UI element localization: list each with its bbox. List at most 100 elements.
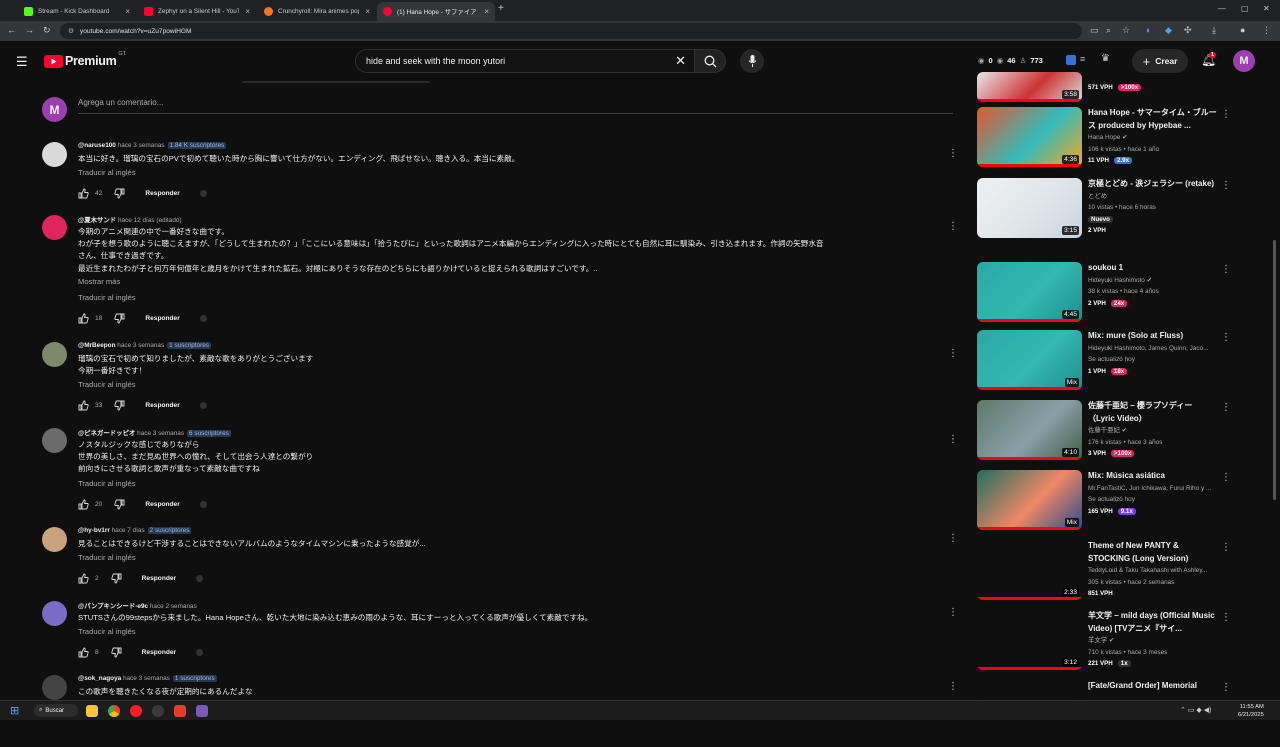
scrollbar-thumb[interactable] (1273, 240, 1276, 500)
video-thumbnail[interactable]: 4:45 (977, 262, 1082, 322)
video-thumbnail[interactable]: 3:58 (977, 72, 1082, 102)
translate-link[interactable]: Traducir al inglés (78, 627, 136, 636)
video-menu-icon[interactable]: ⋮ (1221, 109, 1231, 120)
video-menu-icon[interactable]: ⋮ (1221, 542, 1231, 553)
obs-icon[interactable] (152, 705, 164, 717)
new-tab-icon[interactable]: + (498, 3, 504, 14)
extensions-icon[interactable]: ✣ (1184, 25, 1192, 36)
related-video[interactable]: 4:10 佐藤千亜妃 – 櫻ラプソディー（Lyric Video） 佐藤千亜妃 ✔ 1… (977, 400, 1267, 466)
dislike-icon[interactable] (111, 573, 122, 584)
video-thumbnail[interactable] (977, 680, 1082, 700)
video-title[interactable]: Hana Hope - サマータイム・ブルース produced by Hype… (1088, 107, 1218, 132)
tab-hana-hope[interactable]: (1) Hana Hope - サファイア - × (377, 2, 495, 21)
related-video[interactable]: 3:58 571 VPH >100x (977, 72, 1267, 108)
commenter-avatar[interactable] (42, 342, 67, 367)
translate-link[interactable]: Traducir al inglés (78, 293, 136, 302)
clock[interactable]: 11:55 AM 6/21/2025 (1238, 703, 1264, 719)
forward-icon[interactable]: → (25, 25, 34, 35)
video-menu-icon[interactable]: ⋮ (1221, 682, 1231, 693)
video-title[interactable]: soukou 1 (1088, 262, 1218, 275)
windows-start-icon[interactable]: ⊞ (10, 704, 19, 717)
comment-author[interactable]: @MrBeepon (78, 342, 115, 349)
close-icon[interactable]: × (125, 7, 130, 16)
video-menu-icon[interactable]: ⋮ (1221, 472, 1231, 483)
trophy-icon[interactable]: ♛ (1101, 53, 1110, 64)
comment-menu-icon[interactable]: ⋮ (948, 348, 958, 359)
comment-menu-icon[interactable]: ⋮ (948, 434, 958, 445)
video-title[interactable]: 京極とどめ - 涙ジェラシー (retake) (1088, 178, 1218, 191)
comment-author[interactable]: @ピネガードッピオ (78, 430, 135, 437)
channel-name[interactable]: 佐藤千亜妃 ✔ (1088, 425, 1218, 437)
related-video[interactable]: 4:45 soukou 1 Hideyuki Hashimoto ✔ 38 k vis… (977, 262, 1267, 328)
comment-menu-icon[interactable]: ⋮ (948, 533, 958, 544)
close-icon[interactable]: × (365, 7, 370, 16)
commenter-avatar[interactable] (42, 142, 67, 167)
queue-icon[interactable]: ≡ (1080, 54, 1085, 64)
related-video[interactable]: 3:15 京極とどめ - 涙ジェラシー (retake) とどめ 10 vistas … (977, 178, 1267, 244)
channel-name[interactable]: 羊文学 ✔ (1088, 635, 1218, 647)
channel-name[interactable]: TeddyLoid & Taku Takahashi with Ashley..… (1088, 565, 1218, 577)
video-title[interactable]: Theme of New PANTY & STOCKING (Long Vers… (1088, 540, 1218, 565)
app-icon[interactable] (196, 705, 208, 717)
comment-author[interactable]: @sok_nagoya (78, 675, 121, 682)
download-icon[interactable]: ⤓ (1212, 25, 1216, 36)
channel-name[interactable]: Hideyuki Hashimoto ✔ (1088, 275, 1218, 287)
address-bar[interactable]: ⚙ youtube.com/watch?v=uZu7powiHGM (60, 23, 1082, 39)
reply-button[interactable]: Responder (145, 315, 179, 322)
reply-button[interactable]: Responder (142, 649, 176, 656)
video-menu-icon[interactable]: ⋮ (1221, 180, 1231, 191)
like-icon[interactable] (78, 647, 89, 658)
comment-time[interactable]: hace 2 semanas (150, 603, 197, 610)
tab-zephyr[interactable]: Zephyr on a Silent Hill - YouTub × (138, 2, 256, 21)
like-icon[interactable] (78, 400, 89, 411)
related-video[interactable]: 4:36 Hana Hope - サマータイム・ブルース produced by … (977, 107, 1267, 173)
voice-search-button[interactable] (740, 49, 764, 73)
tab-crunchyroll[interactable]: Crunchyroll: Mira animes popul × (258, 2, 376, 21)
comment-menu-icon[interactable]: ⋮ (948, 221, 958, 232)
video-menu-icon[interactable]: ⋮ (1221, 264, 1231, 275)
commenter-avatar[interactable] (42, 215, 67, 240)
like-icon[interactable] (78, 313, 89, 324)
comment-menu-icon[interactable]: ⋮ (948, 148, 958, 159)
related-video[interactable]: Mix Mix: Música asiática Mr.FanTastiC, Jun… (977, 470, 1267, 536)
translate-link[interactable]: Traducir al inglés (78, 380, 136, 389)
comment-time[interactable]: hace 7 días (112, 527, 145, 534)
comment-time[interactable]: hace 3 semanas (123, 675, 170, 682)
comment-time[interactable]: hace 3 semanas (137, 430, 184, 437)
channel-name[interactable]: Mr.FanTastiC, Jun Ichikawa, Furui Riho y… (1088, 483, 1218, 495)
file-explorer-icon[interactable] (86, 705, 98, 717)
back-icon[interactable]: ← (7, 25, 16, 35)
comment-author[interactable]: @naruse100 (78, 142, 116, 149)
comment-menu-icon[interactable]: ⋮ (948, 607, 958, 618)
like-icon[interactable] (78, 188, 89, 199)
commenter-avatar[interactable] (42, 601, 67, 626)
video-title[interactable]: Mix: Música asiática (1088, 470, 1218, 483)
like-icon[interactable] (78, 573, 89, 584)
comment-author[interactable]: @パンプキンシード-e9c (78, 603, 148, 610)
dislike-icon[interactable] (114, 313, 125, 324)
search-input[interactable]: hide and seek with the moon yutori ✕ (355, 49, 695, 73)
video-thumbnail[interactable]: 3:15 (977, 178, 1082, 238)
youtube-logo[interactable]: Premium GT (44, 51, 126, 68)
reload-icon[interactable]: ↻ (43, 25, 51, 36)
translate-link[interactable]: Traducir al inglés (78, 168, 136, 177)
commenter-avatar[interactable] (42, 527, 67, 552)
comment-author[interactable]: @夏木サンド (78, 217, 116, 224)
create-button[interactable]: + Crear (1132, 49, 1188, 73)
tab-kick[interactable]: Stream - Kick Dashboard × (18, 2, 136, 21)
reply-button[interactable]: Responder (142, 575, 176, 582)
chrome-icon[interactable] (108, 705, 120, 717)
add-comment-input[interactable]: Agrega un comentario... (78, 98, 953, 114)
video-thumbnail[interactable]: Mix (977, 470, 1082, 530)
dislike-icon[interactable] (114, 400, 125, 411)
translate-link[interactable]: Traducir al inglés (78, 479, 136, 488)
video-thumbnail[interactable]: 4:10 (977, 400, 1082, 460)
video-title[interactable]: 羊文学 – mild days (Official Music Video) [… (1088, 610, 1218, 635)
video-thumbnail[interactable]: 3:12 (977, 610, 1082, 670)
dislike-icon[interactable] (114, 499, 125, 510)
channel-name[interactable]: Hana Hope ✔ (1088, 132, 1218, 144)
reply-button[interactable]: Responder (145, 402, 179, 409)
channel-name[interactable]: Hideyuki Hashimoto, James Quinn, Jaco... (1088, 343, 1218, 355)
cast-icon[interactable]: ▭ (1090, 25, 1099, 36)
app-icon[interactable] (174, 705, 186, 717)
